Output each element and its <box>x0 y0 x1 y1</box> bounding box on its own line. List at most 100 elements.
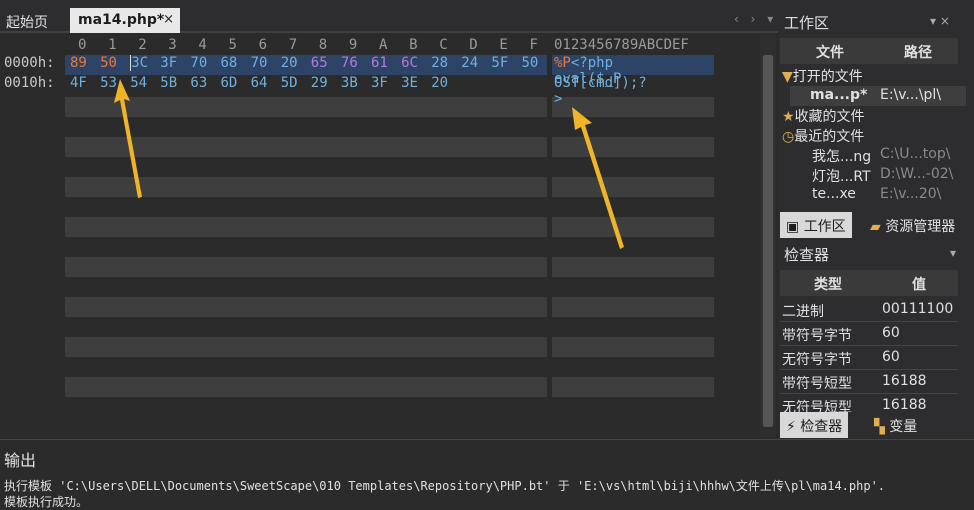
inspector-tabs: ⚡ 检查器 ▚ 变量 <box>778 412 974 438</box>
recent-item[interactable]: 我怎...ng C:\U...top\ <box>812 146 950 166</box>
tree-recent[interactable]: ◷最近的文件 <box>782 126 864 146</box>
tab-inspector[interactable]: ⚡ 检查器 <box>780 412 849 438</box>
column-header-label: 6 <box>258 37 268 53</box>
row-stripe <box>552 337 714 357</box>
hex-byte[interactable]: 76 <box>341 55 358 71</box>
tree-open-files[interactable]: ▼打开的文件 <box>782 66 863 86</box>
hex-byte[interactable]: 70 <box>190 55 207 71</box>
folder-icon: ▼ <box>782 69 793 85</box>
vertical-scrollbar[interactable] <box>760 35 776 437</box>
hex-byte[interactable]: 24 <box>461 55 478 71</box>
workspace-icon: ▣ <box>786 219 804 235</box>
column-header-label: 2 <box>138 37 147 53</box>
inspector-type: 二进制 <box>782 304 824 320</box>
right-panel: 工作区 ▾ × 文件 路径 ▼打开的文件 ma...p* E:\v...\pl\… <box>778 6 974 438</box>
inspector-header: 类型 值 <box>780 270 958 296</box>
hex-byte[interactable]: 63 <box>190 75 207 91</box>
output-line: 模板执行成功。 <box>4 495 89 509</box>
tree-favorites[interactable]: ★收藏的文件 <box>782 106 865 126</box>
column-header-label: 0 <box>78 37 87 53</box>
hex-editor[interactable]: 0123456789ABCDEF 0123456789ABCDEF 0000h:… <box>0 35 778 437</box>
row-address: 0010h: <box>4 75 55 91</box>
row-stripe <box>65 297 547 317</box>
workspace-title: 工作区 <box>784 14 830 32</box>
row-stripe <box>65 217 547 237</box>
hex-byte[interactable]: 6D <box>221 75 238 91</box>
hex-byte[interactable]: 28 <box>431 55 448 71</box>
column-header-label: F <box>529 37 538 53</box>
column-header-label: 1 <box>108 37 117 53</box>
inspector-value: 00111100 <box>882 301 954 317</box>
hex-byte[interactable]: 50 <box>100 55 117 71</box>
clock-icon: ◷ <box>782 129 795 145</box>
hex-byte[interactable]: 3F <box>160 55 177 71</box>
hex-byte[interactable]: 5B <box>160 75 177 91</box>
pin-icon[interactable]: ▾ × <box>930 14 950 28</box>
ascii-modified: %P <box>554 55 571 71</box>
inspector-value: 16188 <box>882 373 927 389</box>
lightning-icon: ⚡ <box>786 419 801 435</box>
tab-start-page[interactable]: 起始页 <box>6 12 48 32</box>
hex-byte[interactable]: 20 <box>431 75 448 91</box>
tab-ma14-php[interactable]: ma14.php* × <box>70 8 180 33</box>
row-stripe <box>552 377 714 397</box>
close-icon[interactable]: × <box>163 12 174 27</box>
row-stripe <box>65 257 547 277</box>
hex-byte[interactable]: 61 <box>371 55 388 71</box>
workspace-tabs: ▣ 工作区 ▰ 资源管理器 <box>778 212 974 238</box>
tree-open-item[interactable]: ma...p* E:\v...\pl\ <box>790 86 966 106</box>
hex-byte[interactable]: 3B <box>341 75 358 91</box>
inspector-row[interactable]: 二进制 00111100 <box>780 298 958 322</box>
tab-workspace[interactable]: ▣ 工作区 <box>780 212 852 238</box>
scrollbar-thumb[interactable] <box>763 55 773 427</box>
hex-byte[interactable]: 5F <box>491 55 508 71</box>
hex-byte[interactable]: 5D <box>281 75 298 91</box>
hex-byte[interactable]: 29 <box>311 75 328 91</box>
inspector-title: 检查器 <box>784 246 830 264</box>
inspector-row[interactable]: 无符号字节 60 <box>780 346 958 370</box>
tab-explorer[interactable]: ▰ 资源管理器 <box>864 212 961 238</box>
inspector-row[interactable]: 带符号短型 16188 <box>780 370 958 394</box>
pin-icon[interactable]: ▾ <box>950 246 956 260</box>
hex-byte[interactable]: 68 <box>221 55 238 71</box>
star-icon: ★ <box>782 109 795 125</box>
hex-byte[interactable]: 64 <box>251 75 268 91</box>
recent-item[interactable]: 灯泡...RT D:\W...-02\ <box>812 166 953 186</box>
hex-byte[interactable]: 6C <box>401 55 418 71</box>
hex-byte[interactable]: 20 <box>281 55 298 71</box>
column-header-label: E <box>499 37 508 53</box>
inspector-value: 16188 <box>882 397 927 413</box>
hex-byte[interactable]: 3E <box>401 75 418 91</box>
column-header-label: A <box>379 37 388 53</box>
tab-label: ma14.php* <box>78 12 165 28</box>
column-header-label: 8 <box>318 37 328 53</box>
hex-byte[interactable]: 3C <box>130 55 148 71</box>
hex-byte[interactable]: 65 <box>311 55 328 71</box>
tab-bar: 起始页 ma14.php* × ‹ › ▾ <box>0 6 778 33</box>
col-file: 文件 <box>816 45 844 61</box>
ascii-column-header: 0123456789ABCDEF <box>554 37 689 53</box>
column-header-label: B <box>409 37 418 53</box>
output-panel: 输出 执行模板 'C:\Users\DELL\Documents\SweetSc… <box>0 439 974 510</box>
tab-variables[interactable]: ▚ 变量 <box>868 412 923 438</box>
hex-byte[interactable]: 3F <box>371 75 388 91</box>
column-header-label: 7 <box>288 37 298 53</box>
folder-icon: ▰ <box>870 219 886 235</box>
col-type: 类型 <box>814 277 842 293</box>
recent-item[interactable]: te...xe E:\v...20\ <box>812 186 941 202</box>
annotation-arrow-icon <box>572 107 624 249</box>
row-address: 0000h: <box>4 55 55 71</box>
output-line: 执行模板 'C:\Users\DELL\Documents\SweetScape… <box>4 479 886 493</box>
hex-byte[interactable]: 70 <box>251 55 268 71</box>
annotation-arrow-icon <box>114 79 142 198</box>
tab-nav-arrows-icon[interactable]: ‹ › ▾ <box>734 12 777 26</box>
inspector-type: 带符号字节 <box>782 328 852 344</box>
inspector-type: 无符号字节 <box>782 352 852 368</box>
hex-byte[interactable]: 89 <box>70 55 87 71</box>
col-path: 路径 <box>904 45 932 61</box>
inspector-value: 60 <box>882 349 900 365</box>
hex-byte[interactable]: 4F <box>70 75 87 91</box>
hex-byte[interactable]: 50 <box>522 55 539 71</box>
column-header-label: 5 <box>228 37 237 53</box>
inspector-row[interactable]: 带符号字节 60 <box>780 322 958 346</box>
